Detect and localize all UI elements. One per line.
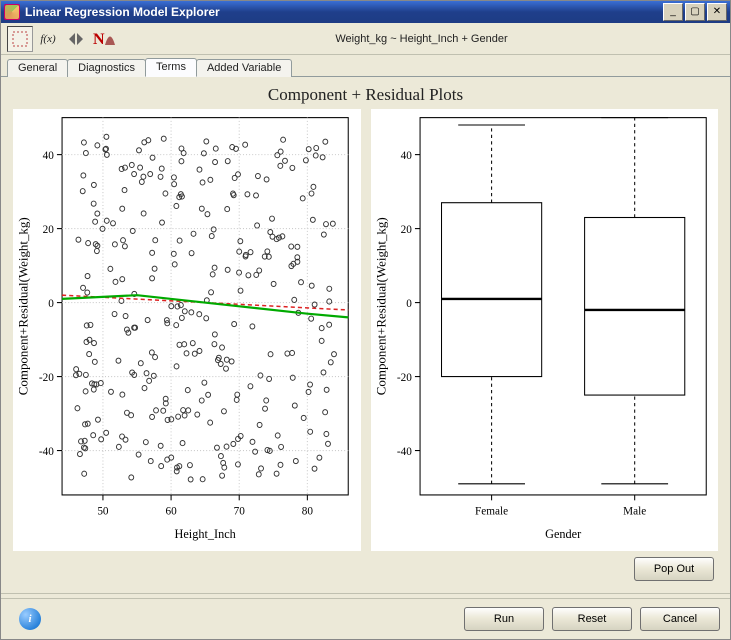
distribution-icon: N bbox=[93, 30, 115, 48]
tab-terms[interactable]: Terms bbox=[145, 58, 197, 77]
plots-row: Component+Residual(Weight_kg) Height_Inc… bbox=[7, 109, 724, 551]
window-controls: _ ▢ ✕ bbox=[663, 3, 727, 21]
box-plot[interactable]: Component+Residual(Weight_kg) Gender -40… bbox=[371, 109, 719, 551]
cancel-button[interactable]: Cancel bbox=[640, 607, 720, 631]
svg-text:N: N bbox=[93, 31, 105, 48]
scatter-xlabel: Height_Inch bbox=[175, 527, 237, 541]
svg-text:40: 40 bbox=[43, 150, 54, 162]
model-formula: Weight_kg ~ Height_Inch + Gender bbox=[119, 33, 724, 45]
footer: i Run Reset Cancel bbox=[1, 598, 730, 639]
svg-text:0: 0 bbox=[406, 298, 412, 310]
svg-text:20: 20 bbox=[400, 224, 411, 236]
svg-text:50: 50 bbox=[97, 505, 108, 517]
svg-text:20: 20 bbox=[43, 224, 54, 236]
separator bbox=[1, 593, 730, 594]
java-icon bbox=[4, 4, 20, 20]
svg-text:-40: -40 bbox=[396, 446, 411, 458]
boxplot-ylabel: Component+Residual(Weight_kg) bbox=[374, 217, 388, 395]
popout-row: Pop Out bbox=[7, 551, 724, 583]
svg-text:80: 80 bbox=[302, 505, 313, 517]
minimize-button[interactable]: _ bbox=[663, 3, 683, 21]
svg-text:Male: Male bbox=[623, 505, 646, 517]
run-button[interactable]: Run bbox=[464, 607, 544, 631]
svg-text:Female: Female bbox=[475, 505, 508, 517]
toolbar-distribution-tool[interactable]: N bbox=[91, 26, 117, 52]
titlebar: Linear Regression Model Explorer _ ▢ ✕ bbox=[1, 1, 730, 23]
page-title: Component + Residual Plots bbox=[7, 85, 724, 105]
svg-text:60: 60 bbox=[165, 505, 176, 517]
tab-bar: General Diagnostics Terms Added Variable bbox=[1, 55, 730, 77]
close-button[interactable]: ✕ bbox=[707, 3, 727, 21]
reset-button[interactable]: Reset bbox=[552, 607, 632, 631]
toolbar-fx-tool[interactable]: f(x) bbox=[35, 26, 61, 52]
maximize-button[interactable]: ▢ bbox=[685, 3, 705, 21]
app-window: Linear Regression Model Explorer _ ▢ ✕ f… bbox=[0, 0, 731, 640]
scatter-plot[interactable]: Component+Residual(Weight_kg) Height_Inc… bbox=[13, 109, 361, 551]
scatter-ylabel: Component+Residual(Weight_kg) bbox=[17, 217, 31, 395]
tab-diagnostics[interactable]: Diagnostics bbox=[67, 59, 146, 77]
toolbar-mirror-tool[interactable] bbox=[63, 26, 89, 52]
boxplot-xlabel: Gender bbox=[545, 527, 582, 541]
svg-text:-20: -20 bbox=[39, 372, 54, 384]
toolbar-select-tool[interactable] bbox=[7, 26, 33, 52]
toolbar: f(x) N Weight_kg ~ Height_Inch + Gender bbox=[1, 23, 730, 55]
selection-icon bbox=[11, 30, 29, 48]
tab-added-variable[interactable]: Added Variable bbox=[196, 59, 292, 77]
popout-button[interactable]: Pop Out bbox=[634, 557, 714, 581]
svg-text:0: 0 bbox=[48, 298, 54, 310]
content-panel: Component + Residual Plots Component+Res… bbox=[1, 77, 730, 589]
window-title: Linear Regression Model Explorer bbox=[25, 5, 663, 19]
svg-text:40: 40 bbox=[400, 150, 411, 162]
mirror-icon bbox=[67, 30, 85, 48]
svg-text:-20: -20 bbox=[396, 372, 411, 384]
tab-general[interactable]: General bbox=[7, 59, 68, 77]
svg-text:-40: -40 bbox=[39, 446, 54, 458]
info-icon[interactable]: i bbox=[19, 608, 41, 630]
svg-text:70: 70 bbox=[234, 505, 245, 517]
